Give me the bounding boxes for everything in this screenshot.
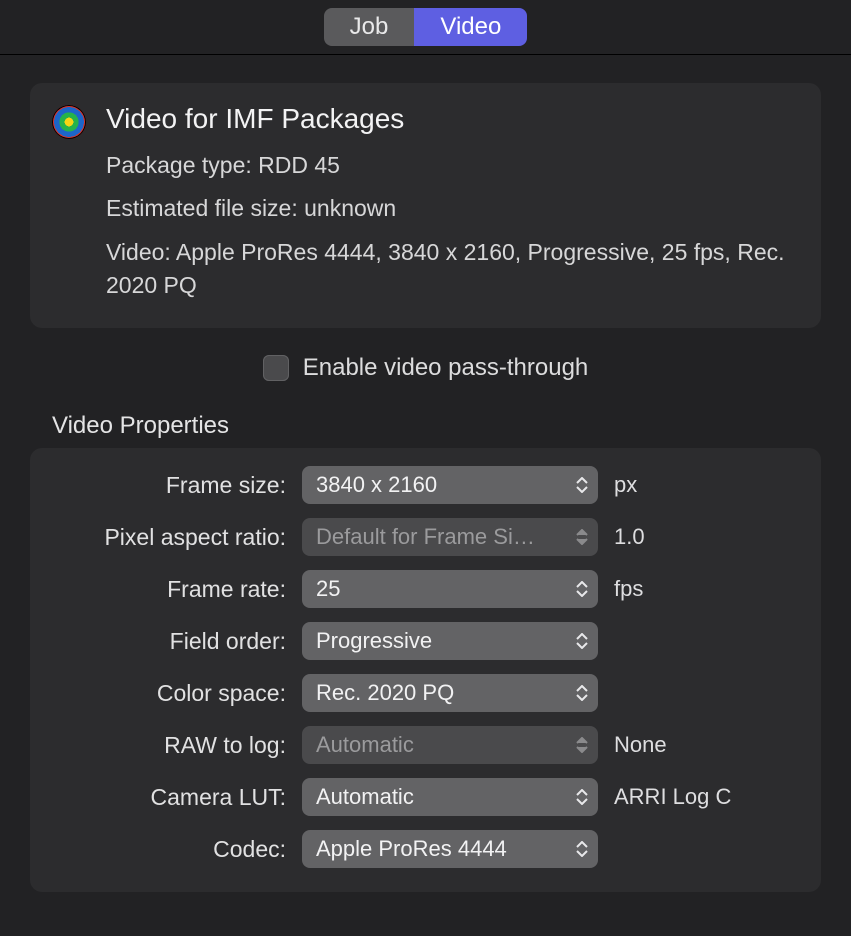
select-value: Apple ProRes 4444 (316, 836, 507, 862)
suffix-frame-rate: fps (614, 576, 795, 602)
passthrough-label: Enable video pass-through (303, 354, 589, 382)
select-codec[interactable]: Apple ProRes 4444 (302, 830, 598, 868)
summary-video-line: Video: Apple ProRes 4444, 3840 x 2160, P… (106, 236, 795, 303)
label-codec: Codec: (56, 836, 286, 863)
chevron-updown-icon (574, 529, 590, 545)
row-color-space: Color space: Rec. 2020 PQ (56, 674, 795, 712)
summary-file-size: Estimated file size: unknown (106, 192, 795, 225)
section-header-video-properties: Video Properties (52, 412, 821, 440)
chevron-updown-icon (574, 633, 590, 649)
summary-panel: Video for IMF Packages Package type: RDD… (30, 83, 821, 328)
chevron-updown-icon (574, 477, 590, 493)
target-icon (50, 103, 88, 302)
select-camera-lut[interactable]: Automatic (302, 778, 598, 816)
row-field-order: Field order: Progressive (56, 622, 795, 660)
select-value: 3840 x 2160 (316, 472, 437, 498)
row-frame-rate: Frame rate: 25 fps (56, 570, 795, 608)
tab-video[interactable]: Video (414, 8, 527, 46)
select-value: Progressive (316, 628, 432, 654)
label-frame-rate: Frame rate: (56, 576, 286, 603)
row-camera-lut: Camera LUT: Automatic ARRI Log C (56, 778, 795, 816)
select-value: 25 (316, 576, 340, 602)
row-frame-size: Frame size: 3840 x 2160 px (56, 466, 795, 504)
suffix-camera-lut: ARRI Log C (614, 784, 795, 810)
chevron-updown-icon (574, 841, 590, 857)
row-raw-to-log: RAW to log: Automatic None (56, 726, 795, 764)
tab-bar: Job Video (0, 0, 851, 55)
passthrough-checkbox[interactable] (263, 355, 289, 381)
chevron-updown-icon (574, 685, 590, 701)
tab-segmented-control: Job Video (324, 8, 528, 46)
passthrough-row: Enable video pass-through (30, 354, 821, 382)
select-pixel-aspect: Default for Frame Si… (302, 518, 598, 556)
select-raw-to-log: Automatic (302, 726, 598, 764)
select-value: Default for Frame Si… (316, 524, 535, 550)
row-codec: Codec: Apple ProRes 4444 (56, 830, 795, 868)
video-properties-panel: Frame size: 3840 x 2160 px Pixel aspect … (30, 448, 821, 892)
chevron-updown-icon (574, 737, 590, 753)
row-pixel-aspect: Pixel aspect ratio: Default for Frame Si… (56, 518, 795, 556)
summary-package-type: Package type: RDD 45 (106, 149, 795, 182)
select-frame-rate[interactable]: 25 (302, 570, 598, 608)
suffix-frame-size: px (614, 472, 795, 498)
chevron-updown-icon (574, 581, 590, 597)
label-camera-lut: Camera LUT: (56, 784, 286, 811)
suffix-pixel-aspect: 1.0 (614, 524, 795, 550)
select-value: Rec. 2020 PQ (316, 680, 454, 706)
summary-title: Video for IMF Packages (106, 103, 795, 135)
select-color-space[interactable]: Rec. 2020 PQ (302, 674, 598, 712)
label-color-space: Color space: (56, 680, 286, 707)
tab-job[interactable]: Job (324, 8, 415, 46)
chevron-updown-icon (574, 789, 590, 805)
label-pixel-aspect: Pixel aspect ratio: (56, 524, 286, 551)
label-field-order: Field order: (56, 628, 286, 655)
suffix-raw-to-log: None (614, 732, 795, 758)
select-value: Automatic (316, 732, 414, 758)
select-value: Automatic (316, 784, 414, 810)
label-frame-size: Frame size: (56, 472, 286, 499)
select-field-order[interactable]: Progressive (302, 622, 598, 660)
label-raw-to-log: RAW to log: (56, 732, 286, 759)
select-frame-size[interactable]: 3840 x 2160 (302, 466, 598, 504)
